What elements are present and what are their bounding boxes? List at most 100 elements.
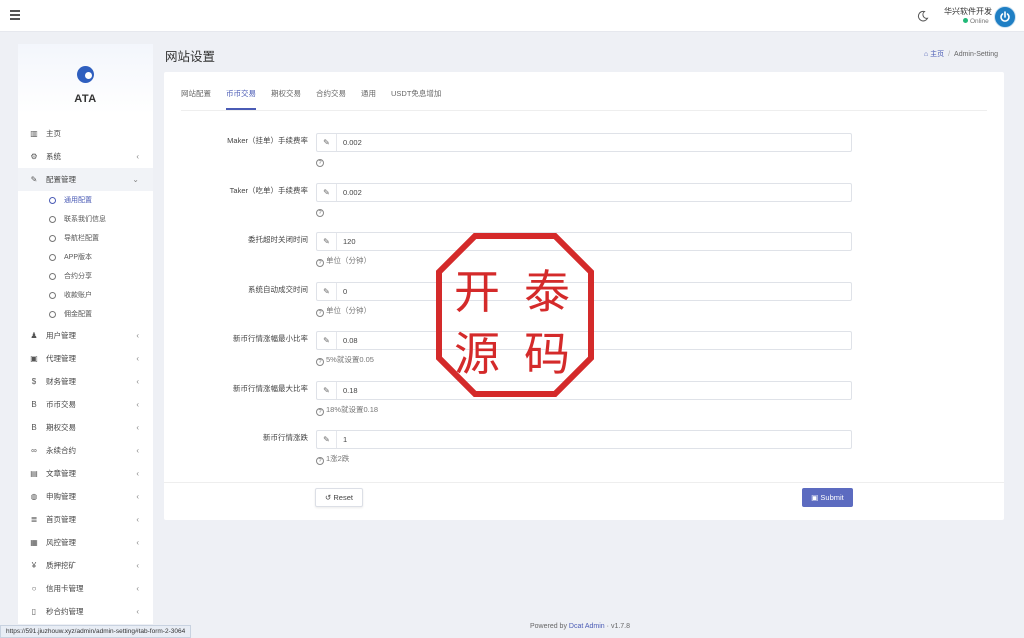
sidebar-sub-item-label: APP版本 <box>64 254 93 261</box>
sidebar-item[interactable]: ▥ 主页 <box>18 122 153 145</box>
sidebar: ATA ▥ 主页 ⚙ 系统 ‹ ✎ 配置管理 ⌄ 通用配置 联系我们信息 导航栏配置 APP版本 合约分… <box>18 44 153 624</box>
chevron-left-icon: ‹ <box>136 152 139 161</box>
bar-chart-icon: ▥ <box>30 129 38 138</box>
sidebar-sub-item[interactable]: 导航栏配置 <box>18 229 153 248</box>
field-label: 新币行情涨幅最大比率 <box>233 383 308 393</box>
tab[interactable]: 网站配置 <box>181 86 211 110</box>
tab-divider <box>181 110 987 111</box>
breadcrumb: ⌂ 主页 / Admin-Setting <box>923 51 998 58</box>
tab[interactable]: 期权交易 <box>271 86 301 110</box>
text-input[interactable]: ✎ 0.002 <box>316 182 852 202</box>
chevron-left-icon: ‹ <box>136 400 139 409</box>
save-icon: ▣ <box>811 493 819 502</box>
field-label: Taker（吃单）手续费率 <box>229 185 308 195</box>
reset-button[interactable]: ↺ Reset <box>315 488 363 507</box>
pencil-icon: ✎ <box>317 431 337 448</box>
sidebar-sub-item-label: 收款账户 <box>64 292 92 299</box>
pencil-icon: ✎ <box>317 332 337 349</box>
sidebar-item[interactable]: ≣ 首页管理 ‹ <box>18 508 153 531</box>
question-icon: ? <box>316 159 324 167</box>
table-icon: ▦ <box>30 538 38 547</box>
submit-button[interactable]: ▣ Submit <box>802 488 853 507</box>
sidebar-item[interactable]: ✎ 配置管理 ⌄ <box>18 168 153 191</box>
open-source-stamp: 开 泰 源 码 <box>436 233 594 397</box>
form-row: Maker（挂单）手续费率 ✎ 0.002? <box>164 133 1004 183</box>
sidebar-sub-item[interactable]: 联系我们信息 <box>18 210 153 229</box>
tab[interactable]: 币币交易 <box>226 86 256 110</box>
chevron-left-icon: ‹ <box>136 469 139 478</box>
tab[interactable]: USDT免息增加 <box>391 86 441 110</box>
sidebar-item[interactable]: ▦ 风控管理 ‹ <box>18 531 153 554</box>
breadcrumb-current: Admin-Setting <box>954 51 998 58</box>
help-text: ? 18%就设置0.18 <box>316 404 378 416</box>
form-row: 新币行情涨跌 ✎ 1? 1涨2跌 <box>164 430 1004 480</box>
chevron-left-icon: ‹ <box>136 584 139 593</box>
field-label: 委托超时关闭时间 <box>248 235 308 244</box>
question-icon: ? <box>316 407 324 416</box>
pencil-icon: ✎ <box>317 282 337 300</box>
form-footer-divider <box>164 482 1004 483</box>
sidebar-item[interactable]: ▤ 文章管理 ‹ <box>18 462 153 485</box>
sidebar-item-label: 永续合约 <box>46 446 76 455</box>
sidebar-sub-item[interactable]: 通用配置 <box>18 191 153 210</box>
bitcoin-icon: B <box>31 423 37 432</box>
chevron-left-icon: ‹ <box>136 607 139 616</box>
sidebar-item-label: 信用卡管理 <box>46 584 84 593</box>
text-input[interactable]: ✎ 0.002 <box>316 133 852 152</box>
dark-mode-icon[interactable] <box>917 10 929 22</box>
sidebar-sub-item[interactable]: APP版本 <box>18 248 153 267</box>
user-name[interactable]: 华兴软件开发 <box>944 6 992 17</box>
question-icon: ? <box>316 208 324 217</box>
sidebar-sub-item-label: 通用配置 <box>64 197 92 204</box>
stamp-char: 码 <box>524 327 570 381</box>
undo-icon: ↺ <box>325 493 332 502</box>
breadcrumb-home[interactable]: ⌂ 主页 <box>924 51 944 58</box>
avatar[interactable] <box>994 6 1016 28</box>
circle-icon: ○ <box>31 584 37 593</box>
id-card-icon: ▣ <box>30 354 38 363</box>
bitcoin-icon: B <box>31 400 37 409</box>
sidebar-item[interactable]: ¥ 质押挖矿 ‹ <box>18 554 153 577</box>
sidebar-item[interactable]: ▯ 秒合约管理 ‹ <box>18 600 153 623</box>
chevron-left-icon: ‹ <box>136 423 139 432</box>
sidebar-sub-item[interactable]: 收款账户 <box>18 286 153 305</box>
wrench-icon: ✎ <box>30 175 38 184</box>
online-dot-icon <box>963 18 968 23</box>
sidebar-item[interactable]: ▣ 代理管理 ‹ <box>18 347 153 370</box>
chevron-left-icon: ‹ <box>136 331 139 340</box>
dcat-admin-link[interactable]: Dcat Admin <box>569 623 605 630</box>
menu-toggle-icon[interactable] <box>10 10 20 20</box>
sidebar-menu: ▥ 主页 ⚙ 系统 ‹ ✎ 配置管理 ⌄ 通用配置 联系我们信息 导航栏配置 APP版本 合约分享 收款账… <box>18 122 153 623</box>
sidebar-item[interactable]: ◍ 申购管理 ‹ <box>18 485 153 508</box>
text-input[interactable]: ✎ 1 <box>316 430 852 449</box>
sidebar-item-label: 秒合约管理 <box>46 607 84 616</box>
sidebar-item-label: 币币交易 <box>46 400 76 409</box>
sidebar-item[interactable]: $ 财务管理 ‹ <box>18 370 153 393</box>
circle-icon <box>49 292 56 299</box>
sidebar-sub-item-label: 联系我们信息 <box>64 216 106 223</box>
sidebar-sub-item[interactable]: 合约分享 <box>18 267 153 286</box>
input-value: 120 <box>343 237 356 246</box>
chevron-left-icon: ‹ <box>136 561 139 570</box>
tab[interactable]: 合约交易 <box>316 86 346 110</box>
circle-icon <box>49 273 56 280</box>
file-icon: ▯ <box>31 607 37 616</box>
sidebar-item-label: 配置管理 <box>46 175 76 184</box>
top-navbar: 华兴软件开发 Online <box>0 0 1024 32</box>
circle-icon <box>49 197 56 204</box>
stamp-char: 开 <box>454 265 500 319</box>
chevron-left-icon: ‹ <box>136 492 139 501</box>
sidebar-sub-item[interactable]: 佣金配置 <box>18 305 153 324</box>
field-label: 新币行情涨跌 <box>263 433 308 442</box>
question-icon: ? <box>316 308 324 317</box>
sidebar-item[interactable]: ∞ 永续合约 ‹ <box>18 439 153 462</box>
sidebar-item[interactable]: ○ 信用卡管理 ‹ <box>18 577 153 600</box>
circle-icon <box>49 235 56 242</box>
chevron-left-icon: ‹ <box>136 377 139 386</box>
sidebar-item-label: 主页 <box>46 129 61 138</box>
sidebar-item[interactable]: B 币币交易 ‹ <box>18 393 153 416</box>
sidebar-item[interactable]: ♟ 用户管理 ‹ <box>18 324 153 347</box>
sidebar-item[interactable]: ⚙ 系统 ‹ <box>18 145 153 168</box>
tab[interactable]: 通用 <box>361 86 376 110</box>
sidebar-item[interactable]: B 期权交易 ‹ <box>18 416 153 439</box>
